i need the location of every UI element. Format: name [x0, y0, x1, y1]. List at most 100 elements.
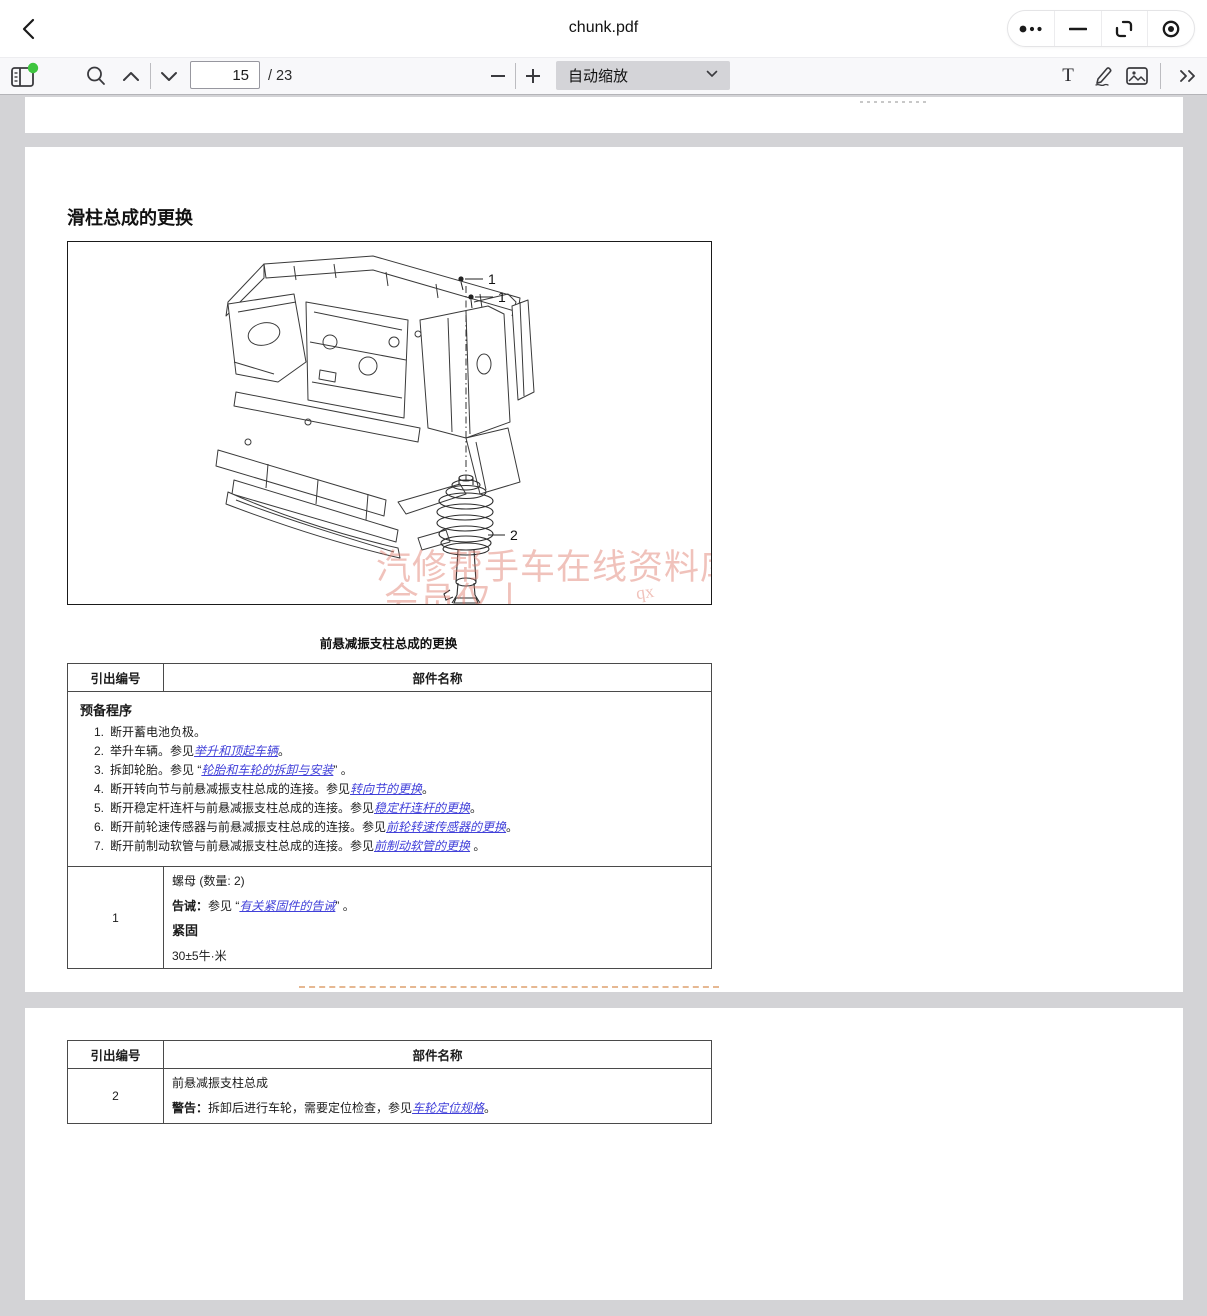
step-number: 7.	[94, 839, 104, 853]
callout-number-cell: 1	[68, 867, 164, 969]
prep-procedure-row: 预备程序 1. 断开蓄电池负极。 2.举升车辆。参见举升和顶起车辆。 3. 拆卸轮胎。参…	[68, 692, 712, 867]
text-run: ” 。	[333, 763, 352, 777]
text-run: 前悬减振支柱总成	[172, 1076, 268, 1090]
table-header-row: 引出编号 部件名称	[68, 664, 712, 692]
chevron-down-icon	[160, 71, 178, 82]
more-menu-button[interactable]	[1008, 11, 1054, 46]
pencil-icon	[1091, 64, 1115, 88]
doc-link[interactable]: 前轮转速传感器的更换	[386, 820, 506, 834]
chevron-down-icon	[706, 70, 718, 78]
text-run: 断开蓄电池负极。	[110, 725, 206, 739]
restore-button[interactable]	[1101, 11, 1148, 46]
doc-link[interactable]: 前制动软管的更换	[374, 839, 470, 853]
sidebar-toggle-button[interactable]	[8, 58, 40, 94]
window-titlebar: chunk.pdf	[0, 0, 1207, 58]
toolbar-divider	[1160, 63, 1161, 89]
parts-table-2: 引出编号 部件名称 2 前悬减振支柱总成警告：拆卸后进行车轮，需要定位检查，参见…	[67, 1040, 712, 1124]
doc-link[interactable]: 轮胎和车轮的拆卸与安装	[201, 763, 333, 777]
zoom-mode-dropdown[interactable]: 自动缩放	[556, 61, 730, 90]
green-dot-badge	[28, 63, 38, 73]
prep-step: 6.断开前轮速传感器与前悬减振支柱总成的连接。参见前轮转速传感器的更换。	[80, 821, 701, 834]
text-run: ” 。	[335, 899, 354, 913]
text-run: 拆卸后进行车轮，需要定位检查，参见	[208, 1101, 412, 1115]
minimize-button[interactable]	[1054, 11, 1101, 46]
part-detail-cell: 螺母 (数量: 2)告诫：参见 “有关紧固件的告诫” 。紧固30±5牛·米	[164, 867, 712, 969]
callout-1b: 1	[498, 289, 506, 305]
restore-icon	[1114, 19, 1134, 39]
next-page-button[interactable]	[156, 58, 182, 94]
pdf-canvas[interactable]: 滑柱总成的更换	[0, 96, 1207, 1316]
header-callout-number: 引出编号	[68, 1041, 164, 1069]
callout-number-cell: 2	[68, 1069, 164, 1124]
text-tool-button[interactable]: T	[1056, 58, 1080, 94]
three-dots-icon	[1018, 23, 1044, 35]
circle-dot-icon	[1161, 19, 1181, 39]
page-number-input[interactable]	[190, 61, 260, 89]
pdf-toolbar: / 23 自动缩放 T	[0, 58, 1207, 95]
target-button[interactable]	[1147, 11, 1194, 46]
image-tool-button[interactable]	[1124, 58, 1150, 94]
text-run: 断开前轮速传感器与前悬减振支柱总成的连接。参见	[110, 820, 386, 834]
header-part-name: 部件名称	[164, 1041, 712, 1069]
prep-step: 1. 断开蓄电池负极。	[80, 726, 701, 739]
part-detail-cell: 前悬减振支柱总成警告：拆卸后进行车轮，需要定位检查，参见车轮定位规格。	[164, 1069, 712, 1124]
image-icon	[1125, 65, 1149, 87]
text-run: 螺母 (数量: 2)	[172, 874, 245, 888]
pdf-page-16: 引出编号 部件名称 2 前悬减振支柱总成警告：拆卸后进行车轮，需要定位检查，参见…	[25, 1008, 1183, 1300]
pdf-viewer-window: chunk.pdf	[0, 0, 1207, 1316]
previous-page-bottom	[25, 97, 1183, 133]
text-run: 断开稳定杆连杆与前悬减振支柱总成的连接。参见	[110, 801, 374, 815]
doc-link[interactable]: 有关紧固件的告诫	[239, 899, 335, 913]
prep-procedure-cell: 预备程序 1. 断开蓄电池负极。 2.举升车辆。参见举升和顶起车辆。 3. 拆卸轮胎。参…	[68, 692, 712, 867]
doc-link[interactable]: 举升和顶起车辆	[194, 744, 278, 758]
minimize-icon	[1069, 26, 1087, 32]
detail-line: 警告：拆卸后进行车轮，需要定位检查，参见车轮定位规格。	[172, 1100, 703, 1116]
text-run: 拆卸轮胎。参见 “	[110, 763, 201, 777]
sidebar-toggle-icon	[9, 62, 39, 90]
text-run: 。	[484, 1101, 496, 1115]
text-tool-icon: T	[1062, 65, 1074, 87]
search-icon	[84, 64, 108, 88]
search-button[interactable]	[82, 58, 110, 94]
section-heading: 滑柱总成的更换	[67, 204, 193, 230]
previous-page-button[interactable]	[118, 58, 144, 94]
bold-label: 紧固	[172, 923, 198, 938]
parts-table-1: 引出编号 部件名称 预备程序 1. 断开蓄电池负极。 2.举升车辆。参见举升和顶起车…	[67, 663, 712, 969]
chevron-up-icon	[122, 71, 140, 82]
prep-step: 3. 拆卸轮胎。参见 “轮胎和车轮的拆卸与安装” 。	[80, 764, 701, 777]
prep-title: 预备程序	[80, 700, 701, 719]
step-number: 1.	[94, 725, 104, 739]
watermark-text: 会员仅丨	[384, 572, 528, 605]
table-row: 1 螺母 (数量: 2)告诫：参见 “有关紧固件的告诫” 。紧固30±5牛·米	[68, 867, 712, 969]
watermark-dashed-line	[299, 986, 719, 988]
step-number: 4.	[94, 782, 104, 796]
detail-line: 告诫：参见 “有关紧固件的告诫” 。	[172, 898, 703, 914]
text-run: 断开转向节与前悬减振支柱总成的连接。参见	[110, 782, 350, 796]
detail-line: 前悬减振支柱总成	[172, 1075, 703, 1091]
draw-tool-button[interactable]	[1090, 58, 1116, 94]
table-row: 2 前悬减振支柱总成警告：拆卸后进行车轮，需要定位检查，参见车轮定位规格。	[68, 1069, 712, 1124]
doc-link[interactable]: 车轮定位规格	[412, 1101, 484, 1115]
step-number: 3.	[94, 763, 104, 777]
zoom-out-button[interactable]	[486, 58, 510, 94]
prep-steps: 1. 断开蓄电池负极。 2.举升车辆。参见举升和顶起车辆。 3. 拆卸轮胎。参见 “轮胎…	[80, 726, 701, 853]
text-run: 。	[506, 820, 518, 834]
window-capsule	[1007, 10, 1195, 47]
detail-line: 30±5牛·米	[172, 948, 703, 964]
callout-1a: 1	[488, 271, 496, 287]
doc-link[interactable]: 转向节的更换	[350, 782, 422, 796]
doc-link[interactable]: 稳定杆连杆的更换	[374, 801, 470, 815]
toolbar-divider	[515, 63, 516, 89]
zoom-in-button[interactable]	[521, 58, 545, 94]
step-number: 2.	[94, 744, 104, 758]
bold-label: 警告：	[172, 1101, 208, 1115]
more-tools-button[interactable]	[1174, 58, 1202, 94]
prep-step: 5.断开稳定杆连杆与前悬减振支柱总成的连接。参见稳定杆连杆的更换。	[80, 802, 701, 815]
text-run: 参见 “	[208, 899, 239, 913]
previous-page-text-remnant	[860, 101, 930, 103]
text-run: 。	[470, 839, 485, 853]
prep-step: 7.断开前制动软管与前悬减振支柱总成的连接。参见前制动软管的更换 。	[80, 840, 701, 853]
prep-step: 2.举升车辆。参见举升和顶起车辆。	[80, 745, 701, 758]
text-run: 。	[470, 801, 482, 815]
bold-label: 告诫：	[172, 899, 208, 913]
